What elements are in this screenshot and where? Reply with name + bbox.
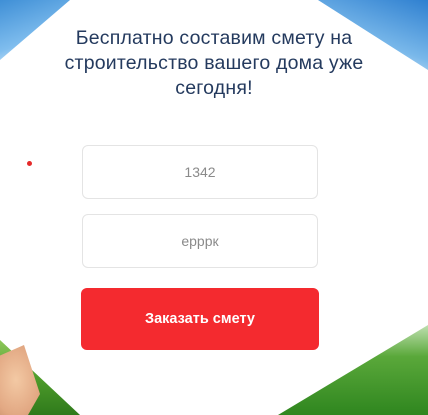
red-dot-marker bbox=[27, 161, 32, 166]
form-heading: Бесплатно составим смету на строительств… bbox=[64, 27, 364, 99]
hand-image bbox=[0, 345, 40, 415]
form-field-2[interactable] bbox=[82, 214, 318, 268]
order-estimate-button[interactable]: Заказать смету bbox=[81, 288, 319, 350]
form-field-1[interactable] bbox=[82, 145, 318, 199]
